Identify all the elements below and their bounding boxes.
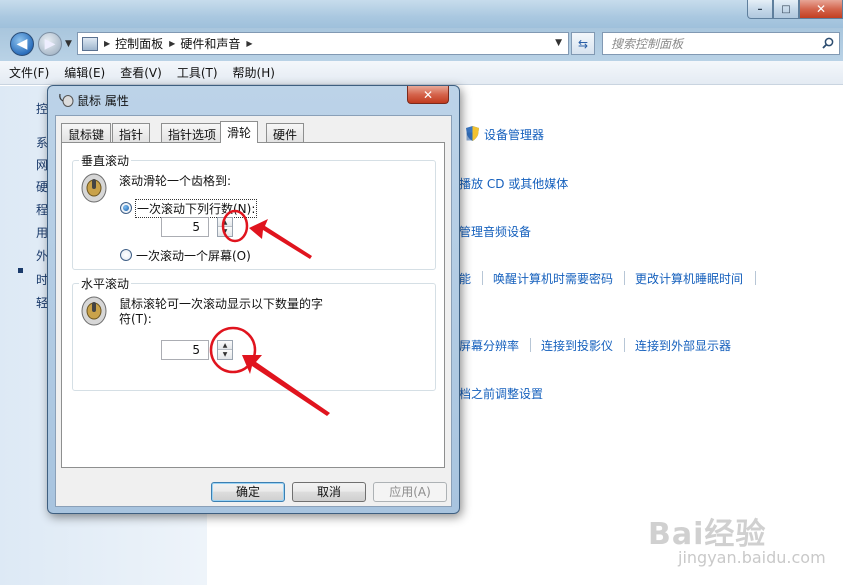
refresh-icon: ⇆ bbox=[577, 36, 589, 51]
horizontal-scroll-title: 水平滚动 bbox=[79, 275, 132, 292]
wheel-tab-panel: 垂直滚动 滚动滑轮一个齿格到: 一次滚动下列行数(N): 5 ▲ ▼ 一次滚动一… bbox=[61, 142, 445, 468]
link-separator bbox=[624, 271, 625, 285]
vertical-scroll-description: 滚动滑轮一个齿格到: bbox=[119, 174, 232, 188]
tab-pointer-options[interactable]: 指针选项 bbox=[161, 123, 224, 142]
chars-per-tilt-input[interactable]: 5 bbox=[161, 340, 209, 360]
spin-down-icon[interactable]: ▼ bbox=[218, 350, 232, 359]
spin-up-icon[interactable]: ▲ bbox=[218, 341, 232, 350]
link-separator bbox=[530, 338, 531, 352]
menu-help[interactable]: 帮助(H) bbox=[233, 64, 275, 81]
address-dropdown-icon[interactable]: ▼ bbox=[555, 38, 562, 48]
dialog-close-button[interactable]: ✕ bbox=[407, 86, 449, 104]
vertical-scroll-group: 垂直滚动 滚动滑轮一个齿格到: 一次滚动下列行数(N): 5 ▲ ▼ 一次滚动一… bbox=[72, 152, 436, 270]
link-separator bbox=[624, 338, 625, 352]
baidu-watermark-logo: Bai经验 bbox=[648, 517, 767, 552]
address-row: ◀ ▶ ▼ ▶ 控制面板 ▶ 硬件和声音 ▶ ▼ ⇆ 搜索控制面板 bbox=[0, 28, 843, 61]
scroll-lines-radio[interactable] bbox=[120, 202, 132, 214]
chars-spinner[interactable]: ▲ ▼ bbox=[217, 340, 233, 360]
forward-button[interactable]: ▶ bbox=[38, 32, 62, 56]
minimize-button[interactable]: – bbox=[747, 0, 773, 19]
adjust-settings-link[interactable]: 档之前调整设置 bbox=[459, 385, 543, 402]
cancel-button[interactable]: 取消 bbox=[292, 482, 366, 502]
link-separator bbox=[755, 271, 756, 285]
apply-button[interactable]: 应用(A) bbox=[373, 482, 447, 502]
breadcrumb-hardware-sound[interactable]: 硬件和声音 bbox=[180, 35, 240, 52]
chevron-right-icon[interactable]: ▶ bbox=[104, 39, 110, 48]
external-display-link[interactable]: 连接到外部显示器 bbox=[635, 337, 731, 354]
spin-up-icon[interactable]: ▲ bbox=[218, 218, 232, 227]
refresh-button[interactable]: ⇆ bbox=[571, 32, 595, 55]
vertical-scroll-title: 垂直滚动 bbox=[79, 152, 132, 169]
tab-pointers[interactable]: 指针 bbox=[112, 123, 151, 142]
connect-projector-link[interactable]: 连接到投影仪 bbox=[541, 337, 613, 354]
spin-down-icon[interactable]: ▼ bbox=[218, 227, 232, 236]
search-icon[interactable] bbox=[822, 37, 834, 49]
mouse-wheel-icon bbox=[81, 173, 107, 203]
chevron-right-icon[interactable]: ▶ bbox=[169, 39, 175, 48]
control-panel-icon bbox=[82, 36, 98, 51]
close-window-button[interactable]: ✕ bbox=[799, 0, 843, 19]
mouse-wheel-icon bbox=[81, 296, 107, 326]
scroll-screen-label[interactable]: 一次滚动一个屏幕(O) bbox=[136, 247, 251, 264]
selected-bullet-icon bbox=[18, 268, 23, 273]
menu-view[interactable]: 查看(V) bbox=[120, 64, 162, 81]
screen-resolution-link[interactable]: 屏幕分辨率 bbox=[459, 337, 519, 354]
sleep-time-link[interactable]: 更改计算机睡眠时间 bbox=[635, 270, 743, 287]
tab-wheel[interactable]: 滑轮 bbox=[220, 121, 259, 143]
caption-buttons: – □ ✕ bbox=[747, 0, 843, 19]
device-manager-link[interactable]: 设备管理器 bbox=[484, 126, 544, 143]
dialog-title: 鼠标 属性 bbox=[77, 94, 129, 108]
address-bar[interactable]: ▶ 控制面板 ▶ 硬件和声音 ▶ ▼ bbox=[77, 32, 569, 55]
breadcrumb-control-panel[interactable]: 控制面板 bbox=[115, 35, 163, 52]
lines-per-notch-input[interactable]: 5 bbox=[161, 217, 209, 237]
power-options-link[interactable]: 能 bbox=[459, 270, 471, 287]
arrow-left-icon: ◀ bbox=[16, 36, 28, 52]
wake-password-link[interactable]: 唤醒计算机时需要密码 bbox=[493, 270, 613, 287]
recent-pages-dropdown-icon[interactable]: ▼ bbox=[65, 39, 72, 49]
ok-button[interactable]: 确定 bbox=[211, 482, 285, 502]
window-titlebar: – □ ✕ bbox=[0, 0, 843, 28]
maximize-button[interactable]: □ bbox=[773, 0, 799, 19]
menu-bar: 文件(F) 编辑(E) 查看(V) 工具(T) 帮助(H) bbox=[0, 61, 843, 85]
tab-hardware[interactable]: 硬件 bbox=[266, 123, 305, 142]
mouse-properties-dialog: 鼠标 属性 ✕ 鼠标键 指针 指针选项 滑轮 硬件 垂直滚动 滚动滑轮一个齿格到… bbox=[47, 85, 460, 514]
baidu-watermark-url: jingyan.baidu.com bbox=[678, 548, 826, 567]
back-button[interactable]: ◀ bbox=[10, 32, 34, 56]
link-separator bbox=[482, 271, 483, 285]
menu-file[interactable]: 文件(F) bbox=[9, 64, 49, 81]
horizontal-scroll-group: 水平滚动 鼠标滚轮可一次滚动显示以下数量的字 符(T): 5 ▲ ▼ bbox=[72, 275, 436, 391]
menu-tools[interactable]: 工具(T) bbox=[177, 64, 218, 81]
scroll-lines-label[interactable]: 一次滚动下列行数(N): bbox=[134, 199, 258, 218]
chevron-right-icon[interactable]: ▶ bbox=[246, 39, 252, 48]
manage-audio-link[interactable]: 管理音频设备 bbox=[459, 223, 531, 240]
search-input[interactable]: 搜索控制面板 bbox=[602, 32, 840, 55]
search-placeholder: 搜索控制面板 bbox=[611, 37, 684, 51]
mouse-icon bbox=[59, 93, 74, 107]
play-cd-link[interactable]: 播放 CD 或其他媒体 bbox=[459, 175, 568, 192]
scroll-screen-radio[interactable] bbox=[120, 249, 132, 261]
uac-shield-icon bbox=[466, 126, 479, 141]
dialog-body: 鼠标键 指针 指针选项 滑轮 硬件 垂直滚动 滚动滑轮一个齿格到: 一次滚动下列… bbox=[55, 115, 452, 507]
horizontal-scroll-description-2: 符(T): bbox=[119, 312, 152, 326]
arrow-right-icon: ▶ bbox=[44, 36, 56, 52]
menu-edit[interactable]: 编辑(E) bbox=[64, 64, 105, 81]
tab-buttons[interactable]: 鼠标键 bbox=[61, 123, 112, 142]
lines-spinner[interactable]: ▲ ▼ bbox=[217, 217, 233, 237]
